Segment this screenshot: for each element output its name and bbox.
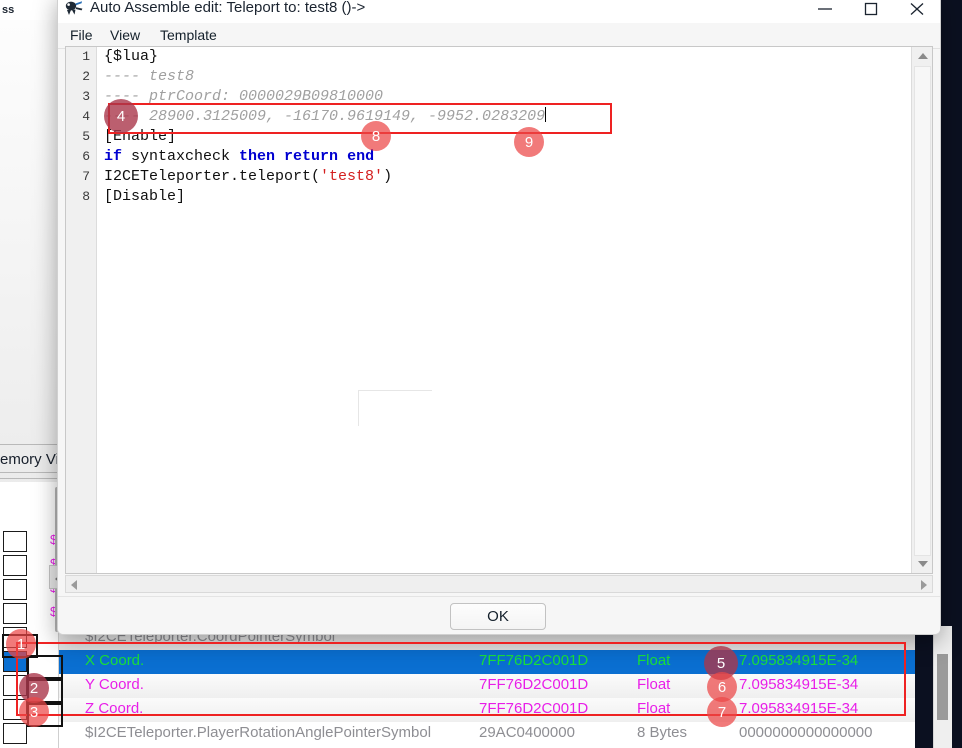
code-token: ---- 28900.3125009, -16170.9619149, -995…: [104, 108, 546, 125]
line-number: 7: [82, 169, 90, 184]
panel-divider-mid2: [0, 478, 59, 479]
code-token: ): [383, 168, 393, 185]
code-line: ---- ptrCoord: 0000029B09810000: [104, 87, 910, 107]
scroll-right-arrow-icon[interactable]: [915, 576, 932, 592]
code-line: {$lua}: [104, 47, 910, 67]
dialog-title-bar[interactable]: Auto Assemble edit: Teleport to: test8 (…: [58, 0, 940, 23]
editor-code-area[interactable]: {$lua} ---- test8 ---- ptrCoord: 0000029B0…: [104, 47, 910, 573]
row-type: Float: [637, 700, 671, 717]
row-active-checkbox-9[interactable]: [3, 723, 27, 744]
script-editor[interactable]: 1 2 3 4 5 6 7 8 {$lua} ---- test8 ---- ptr…: [65, 46, 933, 574]
code-token: then return end: [239, 148, 375, 165]
code-line: [Enable]: [104, 127, 910, 147]
line-number: 8: [82, 189, 90, 204]
line-number: 4: [82, 109, 90, 124]
row-type: Float: [637, 676, 671, 693]
code-token: syntaxcheck: [122, 148, 240, 165]
annotation-marker-1: 1: [6, 629, 36, 659]
auto-assemble-dialog: Auto Assemble edit: Teleport to: test8 (…: [57, 0, 941, 635]
code-token: ---- test8: [104, 68, 195, 85]
cheat-table-rows: $I2CETeleporter.CoordPointerSymbol X Coo…: [59, 626, 915, 748]
panel-divider-mid: [0, 472, 59, 473]
text-caret: [545, 107, 547, 122]
scan-results-panel: [0, 20, 59, 445]
row-type: Float: [637, 652, 671, 669]
row-active-checkbox-3[interactable]: [3, 579, 27, 600]
line-number: 3: [82, 89, 90, 104]
code-line: ---- test8: [104, 67, 910, 87]
row-description: Y Coord.: [85, 676, 144, 693]
code-line: I2CETeleporter.teleport('test8'): [104, 167, 910, 187]
row-address: 29AC0400000: [479, 724, 575, 741]
annotation-marker-4: 4: [104, 99, 138, 133]
code-token: {$lua}: [104, 48, 159, 65]
table-row[interactable]: X Coord. 7FF76D2C001D Float 7.095834915E…: [59, 650, 915, 674]
code-token: if: [104, 148, 123, 165]
row-type: 8 Bytes: [637, 724, 688, 741]
minimize-button[interactable]: [802, 0, 848, 23]
editor-artifact-box: [358, 390, 432, 426]
scroll-down-arrow-icon[interactable]: [912, 555, 933, 573]
minimize-icon: [818, 8, 832, 10]
address-column-header-fragment: ss: [0, 0, 60, 20]
close-icon: [910, 3, 924, 15]
row-description: $I2CETeleporter.PlayerRotationAnglePoint…: [85, 724, 432, 741]
code-token: 'test8': [320, 168, 384, 185]
close-button[interactable]: [894, 0, 940, 23]
line-number: 2: [82, 69, 90, 84]
maximize-button[interactable]: [848, 0, 894, 23]
editor-scroll-thumb[interactable]: [914, 66, 931, 556]
code-token: ---- ptrCoord: 0000029B09810000: [104, 88, 384, 105]
cheat-table-scroll-thumb[interactable]: [937, 654, 948, 720]
annotation-marker-8: 8: [361, 121, 391, 151]
dialog-footer: OK: [58, 596, 940, 634]
line-number: 1: [82, 49, 90, 64]
code-token: I2CETeleporter.teleport(: [104, 168, 321, 185]
row-description: Z Coord.: [85, 700, 144, 717]
row-address: 7FF76D2C001D: [479, 676, 589, 693]
code-line: if syntaxcheck then return end: [104, 147, 910, 167]
dialog-title: Auto Assemble edit: Teleport to: test8 (…: [90, 0, 366, 16]
row-address: 7FF76D2C001D: [479, 700, 589, 717]
maximize-icon: [864, 2, 878, 16]
row-active-checkbox-2[interactable]: [3, 555, 27, 576]
row-value: 0000000000000000: [739, 724, 873, 741]
code-token: [Disable]: [104, 188, 186, 205]
row-value: 7.095834915E-34: [739, 676, 859, 693]
annotation-marker-9: 9: [514, 127, 544, 157]
scroll-up-arrow-icon[interactable]: [912, 47, 933, 65]
editor-line-number-gutter: 1 2 3 4 5 6 7 8: [66, 47, 97, 573]
row-active-checkbox-1[interactable]: [3, 531, 27, 552]
editor-horizontal-scrollbar[interactable]: [65, 575, 933, 593]
code-line: ---- 28900.3125009, -16170.9619149, -995…: [104, 107, 910, 127]
memory-viewer-label: emory Vi: [0, 451, 59, 468]
line-number: 6: [82, 149, 90, 164]
row-description: X Coord.: [85, 652, 145, 669]
editor-vertical-scrollbar[interactable]: [911, 47, 932, 573]
row-address: 7FF76D2C001D: [479, 652, 589, 669]
table-row[interactable]: Z Coord. 7FF76D2C001D Float 7.095834915E…: [59, 698, 915, 722]
row-active-checkbox-4[interactable]: [3, 603, 27, 624]
row-value: 7.095834915E-34: [739, 700, 859, 717]
code-line: [Disable]: [104, 187, 910, 207]
table-row[interactable]: $I2CETeleporter.PlayerRotationAnglePoint…: [59, 722, 915, 746]
panel-divider-top: [0, 444, 59, 445]
ok-button[interactable]: OK: [450, 603, 546, 630]
cheat-engine-icon: [64, 0, 84, 16]
screen-root: ss emory Vi $ $ $ $ $I2CETeleporter.Coor…: [0, 0, 962, 748]
scroll-left-arrow-icon[interactable]: [66, 576, 83, 592]
line-number: 5: [82, 129, 90, 144]
annotation-marker-7: 7: [707, 697, 737, 727]
row-value: 7.095834915E-34: [739, 652, 859, 669]
annotation-marker-3: 3: [19, 697, 49, 727]
table-row[interactable]: Y Coord. 7FF76D2C001D Float 7.095834915E…: [59, 674, 915, 698]
